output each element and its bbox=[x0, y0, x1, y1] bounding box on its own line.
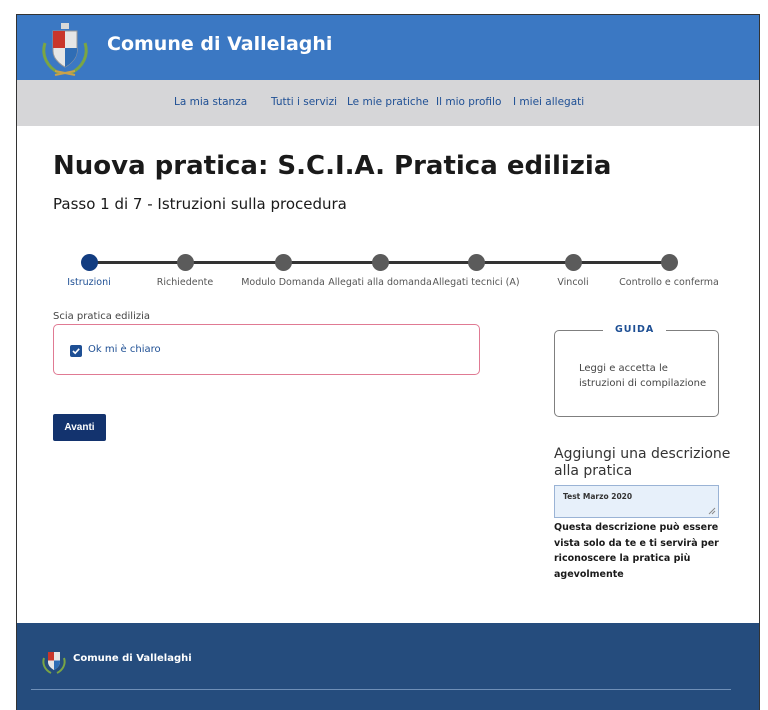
site-footer: Comune di Vallelaghi bbox=[17, 623, 759, 710]
app-frame: Comune di Vallelaghi La mia stanza Tutti… bbox=[16, 14, 760, 710]
description-label: Aggiungi una descrizione alla pratica bbox=[554, 446, 731, 479]
step-label-controllo-e-conferma: Controllo e conferma bbox=[619, 277, 719, 288]
site-header: Comune di Vallelaghi bbox=[17, 15, 759, 80]
step-dot-allegati-alla-domanda bbox=[372, 254, 389, 271]
resize-grip-icon[interactable] bbox=[708, 507, 716, 515]
footer-divider bbox=[31, 689, 731, 690]
checkmark-icon bbox=[72, 348, 80, 355]
guide-title: GUIDA bbox=[603, 324, 667, 335]
step-dot-controllo-e-conferma bbox=[661, 254, 678, 271]
nav-item-il-mio-profilo[interactable]: Il mio profilo bbox=[436, 96, 501, 108]
step-title: Passo 1 di 7 - Istruzioni sulla procedur… bbox=[53, 195, 347, 213]
field-label: Scia pratica edilizia bbox=[53, 311, 151, 322]
description-help: Questa descrizione può essere vista solo… bbox=[554, 522, 719, 580]
step-label-richiedente: Richiedente bbox=[156, 277, 214, 288]
step-label-allegati-alla-domanda: Allegati alla domanda bbox=[328, 277, 432, 288]
step-dot-modulo-domanda bbox=[275, 254, 292, 271]
nav-item-le-mie-pratiche[interactable]: Le mie pratiche bbox=[347, 96, 429, 108]
step-label-istruzioni: Istruzioni bbox=[67, 277, 111, 288]
description-value: Test Marzo 2020 bbox=[563, 492, 633, 501]
footer-title[interactable]: Comune di Vallelaghi bbox=[73, 653, 192, 664]
confirmation-box: Ok mi è chiaro bbox=[53, 324, 480, 375]
step-dot-istruzioni bbox=[81, 254, 98, 271]
nav-item-tutti-i-servizi[interactable]: Tutti i servizi bbox=[271, 96, 337, 108]
step-label-allegati-tecnici: Allegati tecnici (A) bbox=[432, 277, 520, 288]
step-dot-allegati-tecnici bbox=[468, 254, 485, 271]
step-label-vincoli: Vincoli bbox=[557, 277, 589, 288]
main-nav: La mia stanza Tutti i servizi Le mie pra… bbox=[17, 80, 759, 126]
next-button[interactable]: Avanti bbox=[53, 414, 106, 441]
ok-checkbox-label[interactable]: Ok mi è chiaro bbox=[88, 344, 161, 355]
step-dot-vincoli bbox=[565, 254, 582, 271]
description-textarea[interactable]: Test Marzo 2020 bbox=[554, 485, 719, 518]
step-dot-richiedente bbox=[177, 254, 194, 271]
footer-coat-of-arms-icon bbox=[41, 647, 67, 675]
nav-item-i-miei-allegati[interactable]: I miei allegati bbox=[513, 96, 584, 108]
step-label-modulo-domanda: Modulo Domanda bbox=[241, 277, 325, 288]
site-title[interactable]: Comune di Vallelaghi bbox=[107, 33, 332, 55]
coat-of-arms-icon[interactable] bbox=[39, 21, 91, 77]
guide-text: Leggi e accetta le istruzioni di compila… bbox=[579, 363, 707, 389]
guide-panel: GUIDA Leggi e accetta le istruzioni di c… bbox=[554, 324, 719, 417]
nav-item-la-mia-stanza[interactable]: La mia stanza bbox=[174, 96, 247, 108]
ok-checkbox[interactable] bbox=[70, 345, 82, 357]
page-title: Nuova pratica: S.C.I.A. Pratica edilizia bbox=[53, 151, 612, 181]
